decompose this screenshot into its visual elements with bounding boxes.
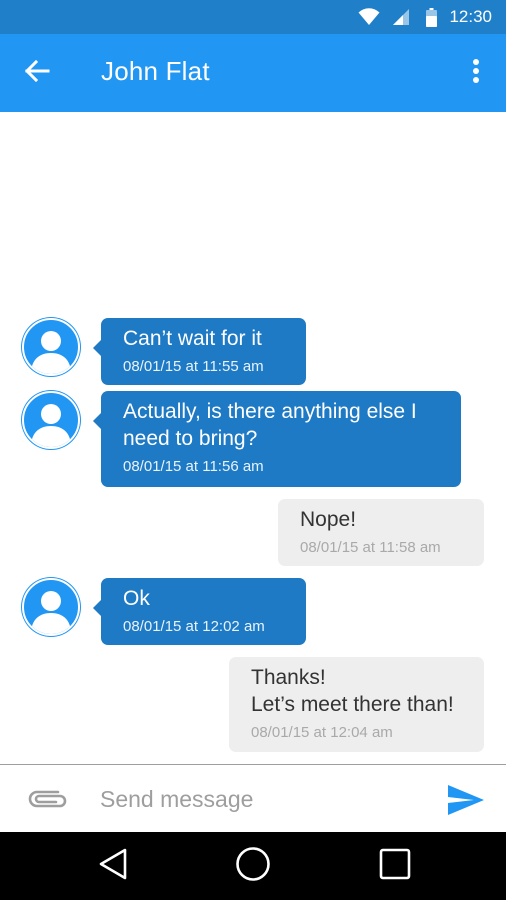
status-time: 12:30 [449, 7, 492, 26]
message-text: Can’t wait for it [123, 327, 262, 350]
attach-button[interactable] [24, 783, 70, 815]
avatar[interactable] [22, 578, 80, 636]
message-timestamp: 08/01/15 at 12:02 am [123, 618, 265, 635]
message-timestamp: 08/01/15 at 11:55 am [123, 358, 264, 375]
nav-back-button[interactable] [91, 846, 135, 886]
message-thread[interactable]: Can’t wait for it 08/01/15 at 11:55 am A… [0, 112, 506, 764]
home-circle-icon [235, 846, 271, 887]
overflow-menu-button[interactable] [462, 56, 490, 90]
wifi-icon [358, 8, 380, 26]
battery-icon [426, 7, 438, 27]
message-timestamp: 08/01/15 at 11:56 am [123, 458, 264, 475]
conversation-title: John Flat [101, 56, 210, 86]
more-vert-icon [472, 58, 480, 89]
message-composer [0, 764, 506, 832]
message-bubble[interactable]: Can’t wait for it 08/01/15 at 11:55 am [93, 318, 306, 385]
message-text: Actually, is there anything else I need … [123, 400, 417, 450]
status-icons: 12:30 [358, 7, 492, 27]
message-bubble[interactable]: Thanks! Let’s meet there than! 08/01/15 … [229, 657, 484, 752]
nav-recents-button[interactable] [373, 846, 417, 886]
message-bubble[interactable]: Actually, is there anything else I need … [93, 391, 461, 487]
message-bubble[interactable]: Nope! 08/01/15 at 11:58 am [278, 499, 484, 566]
system-nav-bar [0, 832, 506, 900]
message-input[interactable] [100, 779, 420, 819]
arrow-left-icon [24, 59, 50, 87]
nav-home-button[interactable] [231, 846, 275, 886]
person-icon [31, 404, 71, 447]
message-timestamp: 08/01/15 at 11:58 am [300, 539, 441, 556]
person-icon [31, 591, 71, 634]
message-bubble[interactable]: Ok 08/01/15 at 12:02 am [93, 578, 306, 645]
paperclip-icon [24, 790, 70, 819]
status-bar: 12:30 [0, 0, 506, 34]
message-timestamp: 08/01/15 at 12:04 am [251, 724, 393, 741]
back-triangle-icon [97, 847, 129, 886]
send-icon [446, 785, 486, 821]
app-bar: John Flat [0, 34, 506, 112]
back-button[interactable] [20, 56, 54, 90]
recents-square-icon [379, 848, 411, 885]
message-text: Thanks! Let’s meet there than! [251, 666, 454, 716]
message-text: Nope! [300, 508, 357, 531]
message-text: Ok [123, 587, 150, 610]
send-button[interactable] [446, 783, 486, 817]
avatar[interactable] [22, 318, 80, 376]
person-icon [31, 331, 71, 374]
avatar[interactable] [22, 391, 80, 449]
cell-signal-icon [392, 8, 410, 26]
